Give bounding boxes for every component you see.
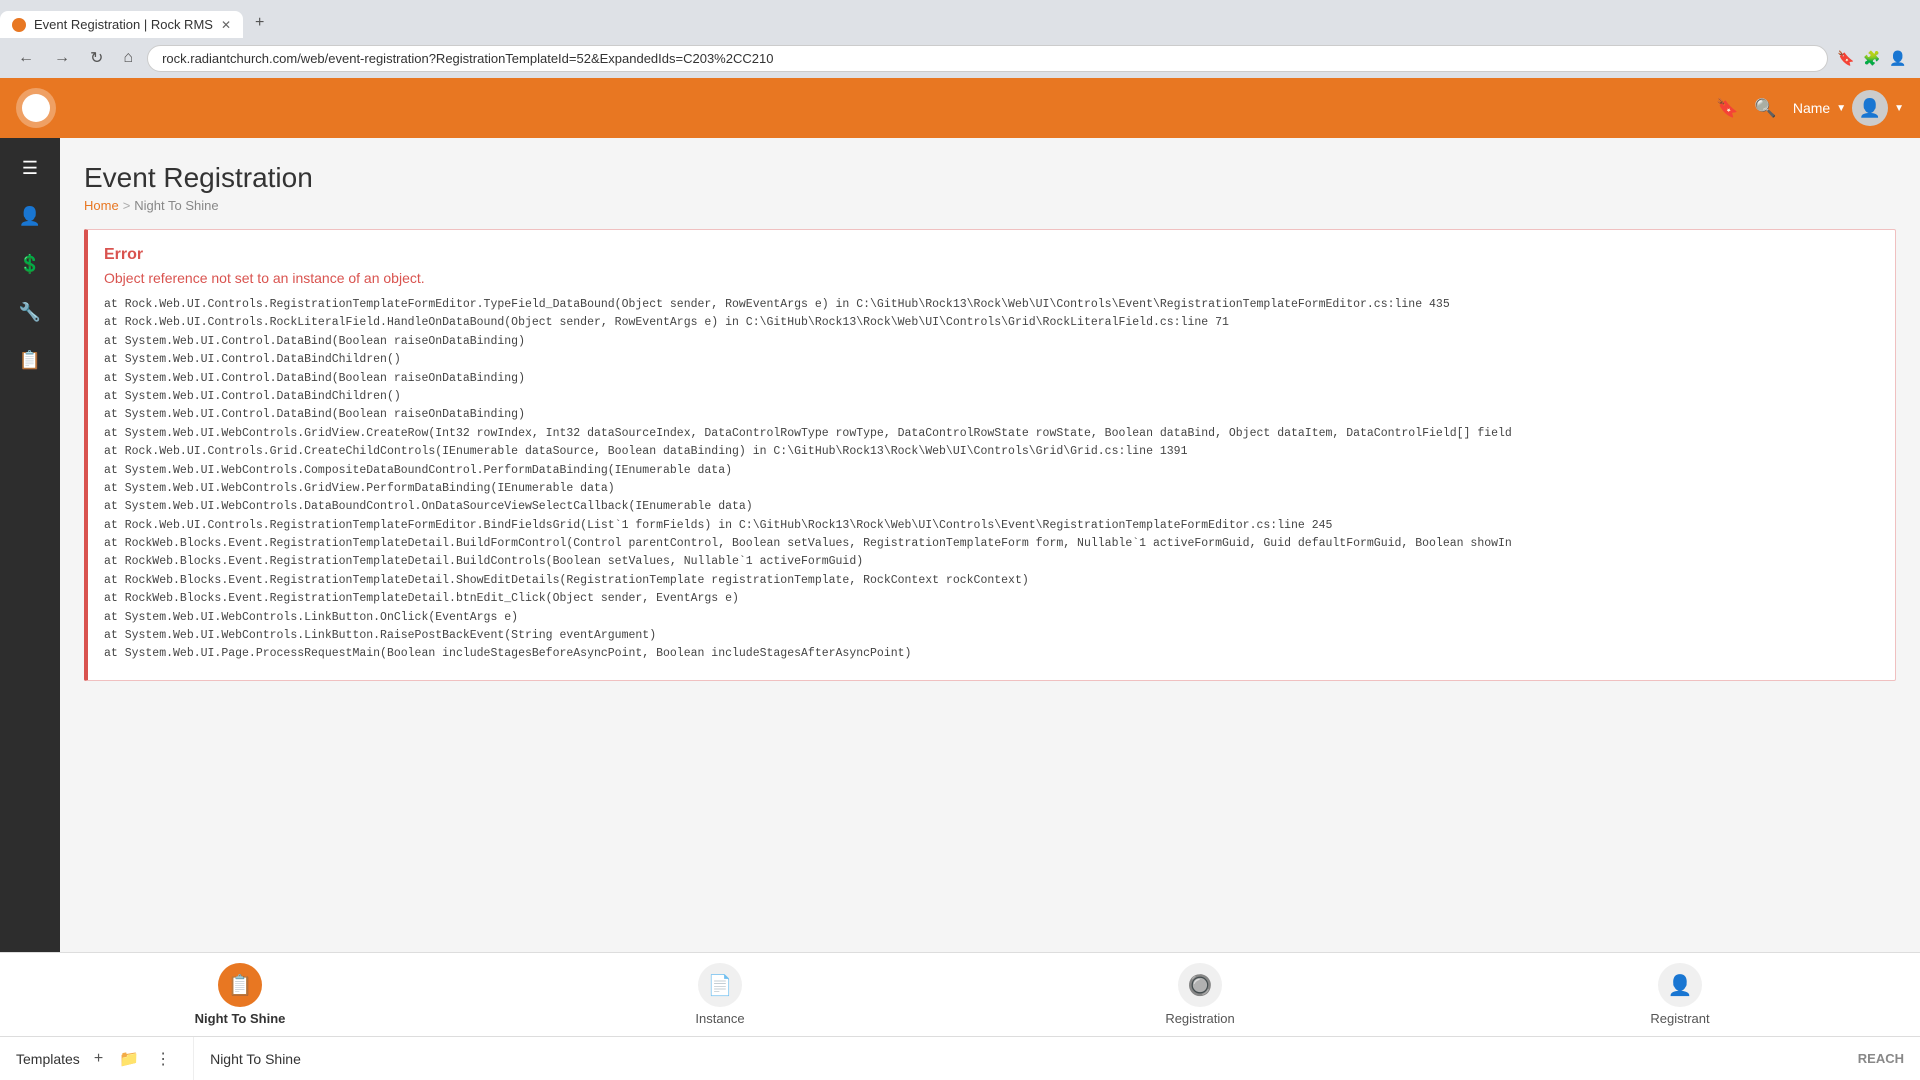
stack-trace-line: at System.Web.UI.Control.DataBindChildre…: [104, 351, 1879, 369]
browser-chrome: Event Registration | Rock RMS ✕ + ← → ↻ …: [0, 0, 1920, 78]
stack-trace-line: at System.Web.UI.WebControls.CompositeDa…: [104, 462, 1879, 480]
new-tab-button[interactable]: +: [243, 8, 276, 38]
bottom-tab-registration[interactable]: 🔘 Registration: [1140, 963, 1260, 1026]
folder-template-button[interactable]: 📁: [113, 1045, 145, 1073]
night-to-shine-tab-label: Night To Shine: [195, 1011, 286, 1026]
user-name-label: Name: [1793, 100, 1830, 116]
sidebar: ☰ 👤 💲 🔧 📋: [0, 138, 60, 952]
stack-trace-line: at System.Web.UI.Control.DataBind(Boolea…: [104, 406, 1879, 424]
registration-tab-label: Registration: [1165, 1011, 1234, 1026]
bottom-panel: Templates + 📁 ⋮ Night To Shine REACH: [0, 1036, 1920, 1080]
extension-icon[interactable]: 🧩: [1862, 48, 1882, 68]
address-bar: ← → ↻ ⌂ rock.radiantchurch.com/web/event…: [0, 38, 1920, 78]
stack-trace-line: at Rock.Web.UI.Controls.RegistrationTemp…: [104, 296, 1879, 314]
stack-trace-container[interactable]: at Rock.Web.UI.Controls.RegistrationTemp…: [104, 296, 1879, 664]
top-nav-actions: 🔖 🔍 Name ▼ 👤 ▼: [1716, 90, 1904, 126]
instance-tab-label: Instance: [695, 1011, 744, 1026]
sidebar-item-finance[interactable]: 💲: [8, 242, 52, 286]
search-nav-icon[interactable]: 🔍: [1754, 98, 1776, 119]
more-template-button[interactable]: ⋮: [149, 1045, 177, 1073]
instance-tab-icon: 📄: [698, 963, 742, 1007]
url-text: rock.radiantchurch.com/web/event-registr…: [162, 51, 1813, 66]
stack-trace-line: at Rock.Web.UI.Controls.RockLiteralField…: [104, 314, 1879, 332]
bottom-panel-templates-label: Templates: [16, 1051, 80, 1067]
error-box: Error Object reference not set to an ins…: [84, 229, 1896, 681]
bookmark-icon[interactable]: 🔖: [1836, 48, 1856, 68]
back-button[interactable]: ←: [12, 45, 40, 71]
url-bar[interactable]: rock.radiantchurch.com/web/event-registr…: [147, 45, 1828, 72]
bottom-tab-nighttoshine[interactable]: 📋 Night To Shine: [180, 963, 300, 1026]
stack-trace-line: at System.Web.UI.WebControls.LinkButton.…: [104, 609, 1879, 627]
stack-trace-line: at System.Web.UI.WebControls.GridView.Pe…: [104, 480, 1879, 498]
stack-trace-line: at Rock.Web.UI.Controls.RegistrationTemp…: [104, 517, 1879, 535]
bottom-panel-reach-label: REACH: [1842, 1051, 1920, 1066]
stack-trace-line: at System.Web.UI.Control.DataBind(Boolea…: [104, 333, 1879, 351]
profile-icon[interactable]: 👤: [1888, 48, 1908, 68]
stack-trace-line: at System.Web.UI.WebControls.LinkButton.…: [104, 627, 1879, 645]
breadcrumb-current: Night To Shine: [134, 198, 218, 213]
refresh-button[interactable]: ↻: [84, 44, 109, 72]
active-tab[interactable]: Event Registration | Rock RMS ✕: [0, 11, 243, 38]
forward-button[interactable]: →: [48, 45, 76, 71]
finance-icon: 💲: [19, 254, 41, 275]
stack-trace-line: at System.Web.UI.Page.ProcessRequestMain…: [104, 645, 1879, 663]
breadcrumb-separator: >: [123, 198, 131, 213]
main-layout: ☰ 👤 💲 🔧 📋 Event Registration Home >: [0, 138, 1920, 952]
stack-trace-line: at RockWeb.Blocks.Event.RegistrationTemp…: [104, 535, 1879, 553]
stack-trace-line: at Rock.Web.UI.Controls.Grid.CreateChild…: [104, 443, 1879, 461]
registrant-tab-label: Registrant: [1650, 1011, 1709, 1026]
user-avatar: 👤: [1852, 90, 1888, 126]
tab-close-button[interactable]: ✕: [221, 18, 231, 32]
sidebar-item-tools[interactable]: 🔧: [8, 290, 52, 334]
sidebar-item-person[interactable]: 👤: [8, 194, 52, 238]
page-header: Event Registration Home > Night To Shine: [84, 162, 1896, 213]
bottom-panel-templates-section: Templates + 📁 ⋮: [0, 1037, 194, 1080]
sidebar-item-menu[interactable]: ☰: [8, 146, 52, 190]
stack-trace-line: at System.Web.UI.WebControls.DataBoundCo…: [104, 498, 1879, 516]
user-menu[interactable]: Name ▼ 👤 ▼: [1793, 90, 1904, 126]
night-to-shine-tab-icon: 📋: [218, 963, 262, 1007]
bottom-panel-item-label[interactable]: Night To Shine: [194, 1051, 1842, 1067]
sidebar-item-reports[interactable]: 📋: [8, 338, 52, 382]
error-title: Error: [104, 246, 1879, 264]
bottom-tab-registrant[interactable]: 👤 Registrant: [1620, 963, 1740, 1026]
stack-trace-line: at System.Web.UI.Control.DataBind(Boolea…: [104, 370, 1879, 388]
bottom-panel-actions: + 📁 ⋮: [88, 1045, 177, 1073]
bottom-tabs-bar: 📋 Night To Shine 📄 Instance 🔘 Registrati…: [0, 952, 1920, 1036]
browser-actions: 🔖 🧩 👤: [1836, 48, 1908, 68]
stack-trace-line: at System.Web.UI.WebControls.GridView.Cr…: [104, 425, 1879, 443]
menu-icon: ☰: [22, 158, 38, 179]
tools-icon: 🔧: [19, 302, 41, 323]
page-title: Event Registration: [84, 162, 1896, 194]
tab-favicon: [12, 18, 26, 32]
main-content: Event Registration Home > Night To Shine…: [60, 138, 1920, 952]
error-message: Object reference not set to an instance …: [104, 270, 1879, 286]
avatar-chevron: ▼: [1894, 103, 1904, 114]
home-button[interactable]: ⌂: [117, 45, 139, 71]
stack-trace-line: at RockWeb.Blocks.Event.RegistrationTemp…: [104, 572, 1879, 590]
reports-icon: 📋: [19, 350, 41, 371]
bookmark-nav-icon[interactable]: 🔖: [1716, 98, 1738, 119]
stack-trace-line: at RockWeb.Blocks.Event.RegistrationTemp…: [104, 553, 1879, 571]
add-template-button[interactable]: +: [88, 1045, 109, 1073]
person-icon: 👤: [19, 206, 41, 227]
stack-trace: at Rock.Web.UI.Controls.RegistrationTemp…: [104, 296, 1879, 664]
breadcrumb-home[interactable]: Home: [84, 198, 119, 213]
bottom-tab-instance[interactable]: 📄 Instance: [660, 963, 780, 1026]
registrant-tab-icon: 👤: [1658, 963, 1702, 1007]
logo[interactable]: [16, 88, 56, 128]
tab-title: Event Registration | Rock RMS: [34, 17, 213, 32]
stack-trace-line: at System.Web.UI.Control.DataBindChildre…: [104, 388, 1879, 406]
registration-tab-icon: 🔘: [1178, 963, 1222, 1007]
logo-inner: [22, 94, 50, 122]
tab-bar: Event Registration | Rock RMS ✕ +: [0, 0, 1920, 38]
stack-trace-line: at RockWeb.Blocks.Event.RegistrationTemp…: [104, 590, 1879, 608]
top-nav: 🔖 🔍 Name ▼ 👤 ▼: [0, 78, 1920, 138]
breadcrumb: Home > Night To Shine: [84, 198, 1896, 213]
user-dropdown-icon: ▼: [1836, 103, 1846, 114]
app-container: 🔖 🔍 Name ▼ 👤 ▼ ☰ 👤 💲 🔧: [0, 78, 1920, 1080]
